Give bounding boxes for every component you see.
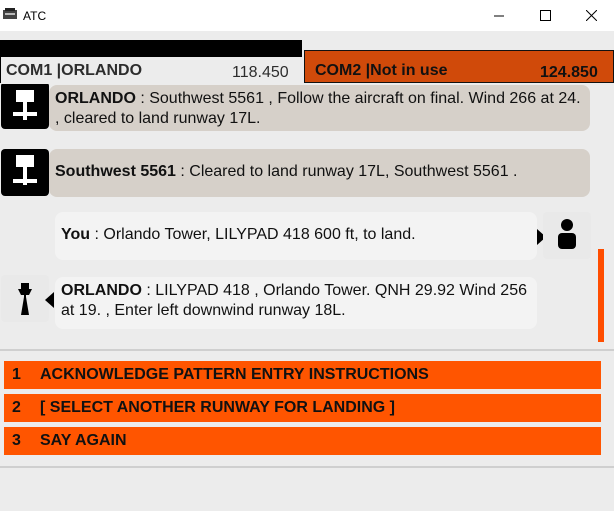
message-bubble: ORLANDO : Southwest 5561 , Follow the ai… xyxy=(49,85,590,131)
message-speaker: Southwest 5561 xyxy=(55,163,176,180)
com1-panel[interactable]: COM1 |ORLANDO 118.450 xyxy=(0,40,302,83)
option-number: 2 xyxy=(12,399,21,416)
tower-avatar xyxy=(1,149,49,196)
person-icon xyxy=(558,219,576,249)
com2-panel[interactable]: COM2 |Not in use 124.850 xyxy=(304,50,614,83)
com1-frequency: 118.450 xyxy=(232,64,289,81)
chat-log[interactable]: ORLANDO : Southwest 5561 , Follow the ai… xyxy=(0,84,614,346)
bubble-pointer xyxy=(45,292,54,308)
option-acknowledge[interactable]: 1 ACKNOWLEDGE PATTERN ENTRY INSTRUCTIONS xyxy=(4,361,601,389)
message-text: : Orlando Tower, LILYPAD 418 600 ft, to … xyxy=(90,226,416,243)
message-bubble: Southwest 5561 : Cleared to land runway … xyxy=(49,149,590,197)
minimize-icon xyxy=(494,15,504,16)
control-tower-icon xyxy=(13,90,37,120)
message-speaker: ORLANDO xyxy=(55,90,136,107)
message-text: : Cleared to land runway 17L, Southwest … xyxy=(175,163,518,180)
divider xyxy=(0,349,614,351)
message-speaker: You xyxy=(61,226,91,243)
option-label: ACKNOWLEDGE PATTERN ENTRY INSTRUCTIONS xyxy=(40,366,429,383)
message-bubble-you: You : Orlando Tower, LILYPAD 418 600 ft,… xyxy=(55,212,537,260)
option-number: 3 xyxy=(12,432,21,449)
app-icon xyxy=(3,8,17,19)
maximize-button[interactable] xyxy=(522,0,568,31)
user-avatar xyxy=(543,212,591,259)
tower-avatar xyxy=(1,275,49,322)
control-tower-icon xyxy=(13,155,37,185)
option-label: [ SELECT ANOTHER RUNWAY FOR LANDING ] xyxy=(40,399,395,416)
option-say-again[interactable]: 3 SAY AGAIN xyxy=(4,427,601,455)
close-button[interactable] xyxy=(568,0,614,31)
option-select-runway[interactable]: 2 [ SELECT ANOTHER RUNWAY FOR LANDING ] xyxy=(4,394,601,422)
close-icon xyxy=(585,10,597,21)
option-label: SAY AGAIN xyxy=(40,432,127,449)
minimize-button[interactable] xyxy=(476,0,522,31)
tower-avatar xyxy=(1,84,49,129)
message-speaker: ORLANDO xyxy=(61,282,142,299)
com1-label: COM1 |ORLANDO xyxy=(6,62,143,79)
window-title: ATC xyxy=(23,9,47,23)
maximize-icon xyxy=(539,10,551,21)
option-number: 1 xyxy=(12,366,21,383)
title-bar: ATC xyxy=(0,0,614,31)
control-tower-icon xyxy=(18,283,32,315)
divider xyxy=(0,466,614,468)
com2-frequency: 124.850 xyxy=(540,64,598,81)
com2-label: COM2 |Not in use xyxy=(315,62,448,79)
chat-scrollbar-thumb[interactable] xyxy=(598,249,604,342)
message-bubble: ORLANDO : LILYPAD 418 , Orlando Tower. Q… xyxy=(55,277,537,329)
